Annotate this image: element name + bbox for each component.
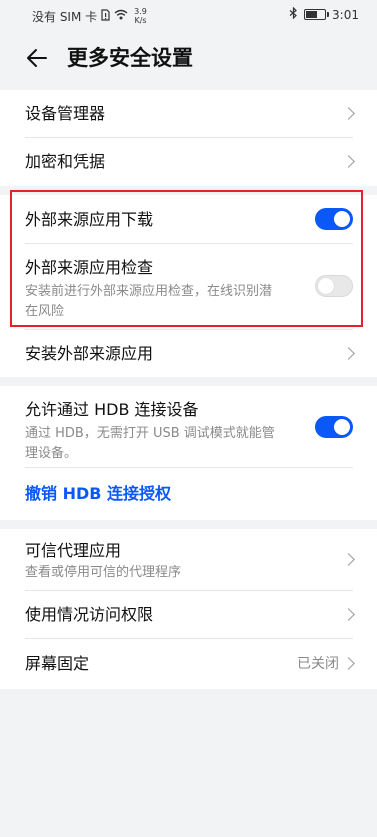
- header: 更多安全设置: [0, 28, 377, 90]
- trust-agent-desc: 查看或停用可信的代理程序: [25, 565, 182, 580]
- external-download-toggle[interactable]: [315, 208, 353, 230]
- status-right: 3:01: [289, 6, 359, 22]
- chevron-right-icon: [342, 657, 355, 670]
- speed-value: 3.9: [134, 7, 147, 16]
- hdb-revoke-link[interactable]: 撤销 HDB 连接授权: [25, 484, 171, 503]
- chevron-right-icon: [342, 347, 355, 360]
- misc-group: 可信代理应用 查看或停用可信的代理程序 使用情况访问权限 屏幕固定 已关闭: [0, 529, 377, 689]
- trust-agent-label: 可信代理应用: [25, 541, 122, 560]
- external-download-row[interactable]: 外部来源应用下载: [0, 195, 377, 244]
- device-admin-row[interactable]: 设备管理器: [0, 90, 377, 138]
- battery-fill: [306, 11, 318, 18]
- hdb-allow-desc: 通过 HDB，无需打开 USB 调试模式就能管理设备。: [25, 426, 275, 461]
- chevron-right-icon: [342, 155, 355, 168]
- speed-unit: K/s: [134, 16, 147, 25]
- install-external-label: 安装外部来源应用: [25, 344, 154, 363]
- page-title: 更多安全设置: [67, 46, 193, 70]
- clock: 3:01: [332, 7, 359, 22]
- external-source-group: 外部来源应用下载 外部来源应用检查 安装前进行外部来源应用检查，在线识别潜在风险…: [0, 195, 377, 377]
- external-download-label: 外部来源应用下载: [25, 210, 154, 229]
- hdb-group: 允许通过 HDB 连接设备 通过 HDB，无需打开 USB 调试模式就能管理设备…: [0, 386, 377, 520]
- chevron-right-icon: [342, 107, 355, 120]
- usage-access-row[interactable]: 使用情况访问权限: [0, 591, 377, 639]
- hdb-allow-row[interactable]: 允许通过 HDB 连接设备 通过 HDB，无需打开 USB 调试模式就能管理设备…: [0, 386, 377, 468]
- chevron-right-icon: [342, 608, 355, 621]
- bluetooth-icon: [289, 6, 298, 22]
- carrier-text: 没有 SIM 卡: [32, 9, 98, 24]
- hdb-allow-label: 允许通过 HDB 连接设备: [25, 400, 199, 419]
- encryption-label: 加密和凭据: [25, 152, 106, 171]
- screen-pinning-row[interactable]: 屏幕固定 已关闭: [0, 639, 377, 689]
- sim-card-icon: [101, 8, 110, 24]
- external-check-toggle[interactable]: [315, 275, 353, 297]
- external-check-desc: 安装前进行外部来源应用检查，在线识别潜在风险: [25, 284, 273, 319]
- external-check-row[interactable]: 外部来源应用检查 安装前进行外部来源应用检查，在线识别潜在风险: [0, 244, 377, 330]
- status-bar: 没有 SIM 卡 3.9 K/s 3:01: [0, 0, 377, 28]
- install-external-row[interactable]: 安装外部来源应用: [0, 330, 377, 377]
- network-speed: 3.9 K/s: [134, 7, 147, 25]
- hdb-allow-toggle[interactable]: [315, 416, 353, 438]
- screen-pinning-label: 屏幕固定: [25, 654, 90, 673]
- encryption-row[interactable]: 加密和凭据: [0, 138, 377, 186]
- screen-pinning-value: 已关闭: [297, 656, 339, 672]
- arrow-left-icon[interactable]: [24, 45, 50, 71]
- hdb-revoke-row[interactable]: 撤销 HDB 连接授权: [0, 468, 377, 520]
- device-group: 设备管理器 加密和凭据: [0, 90, 377, 186]
- usage-access-label: 使用情况访问权限: [25, 605, 154, 624]
- wifi-icon: [114, 9, 128, 23]
- external-check-label: 外部来源应用检查: [25, 258, 154, 277]
- battery-icon: [304, 9, 330, 20]
- trust-agent-row[interactable]: 可信代理应用 查看或停用可信的代理程序: [0, 529, 377, 591]
- status-left: 没有 SIM 卡 3.9 K/s: [32, 7, 147, 25]
- device-admin-label: 设备管理器: [25, 104, 106, 123]
- screen: 没有 SIM 卡 3.9 K/s 3:01 更多安全设置 设备管理器 加密和凭据…: [0, 0, 377, 837]
